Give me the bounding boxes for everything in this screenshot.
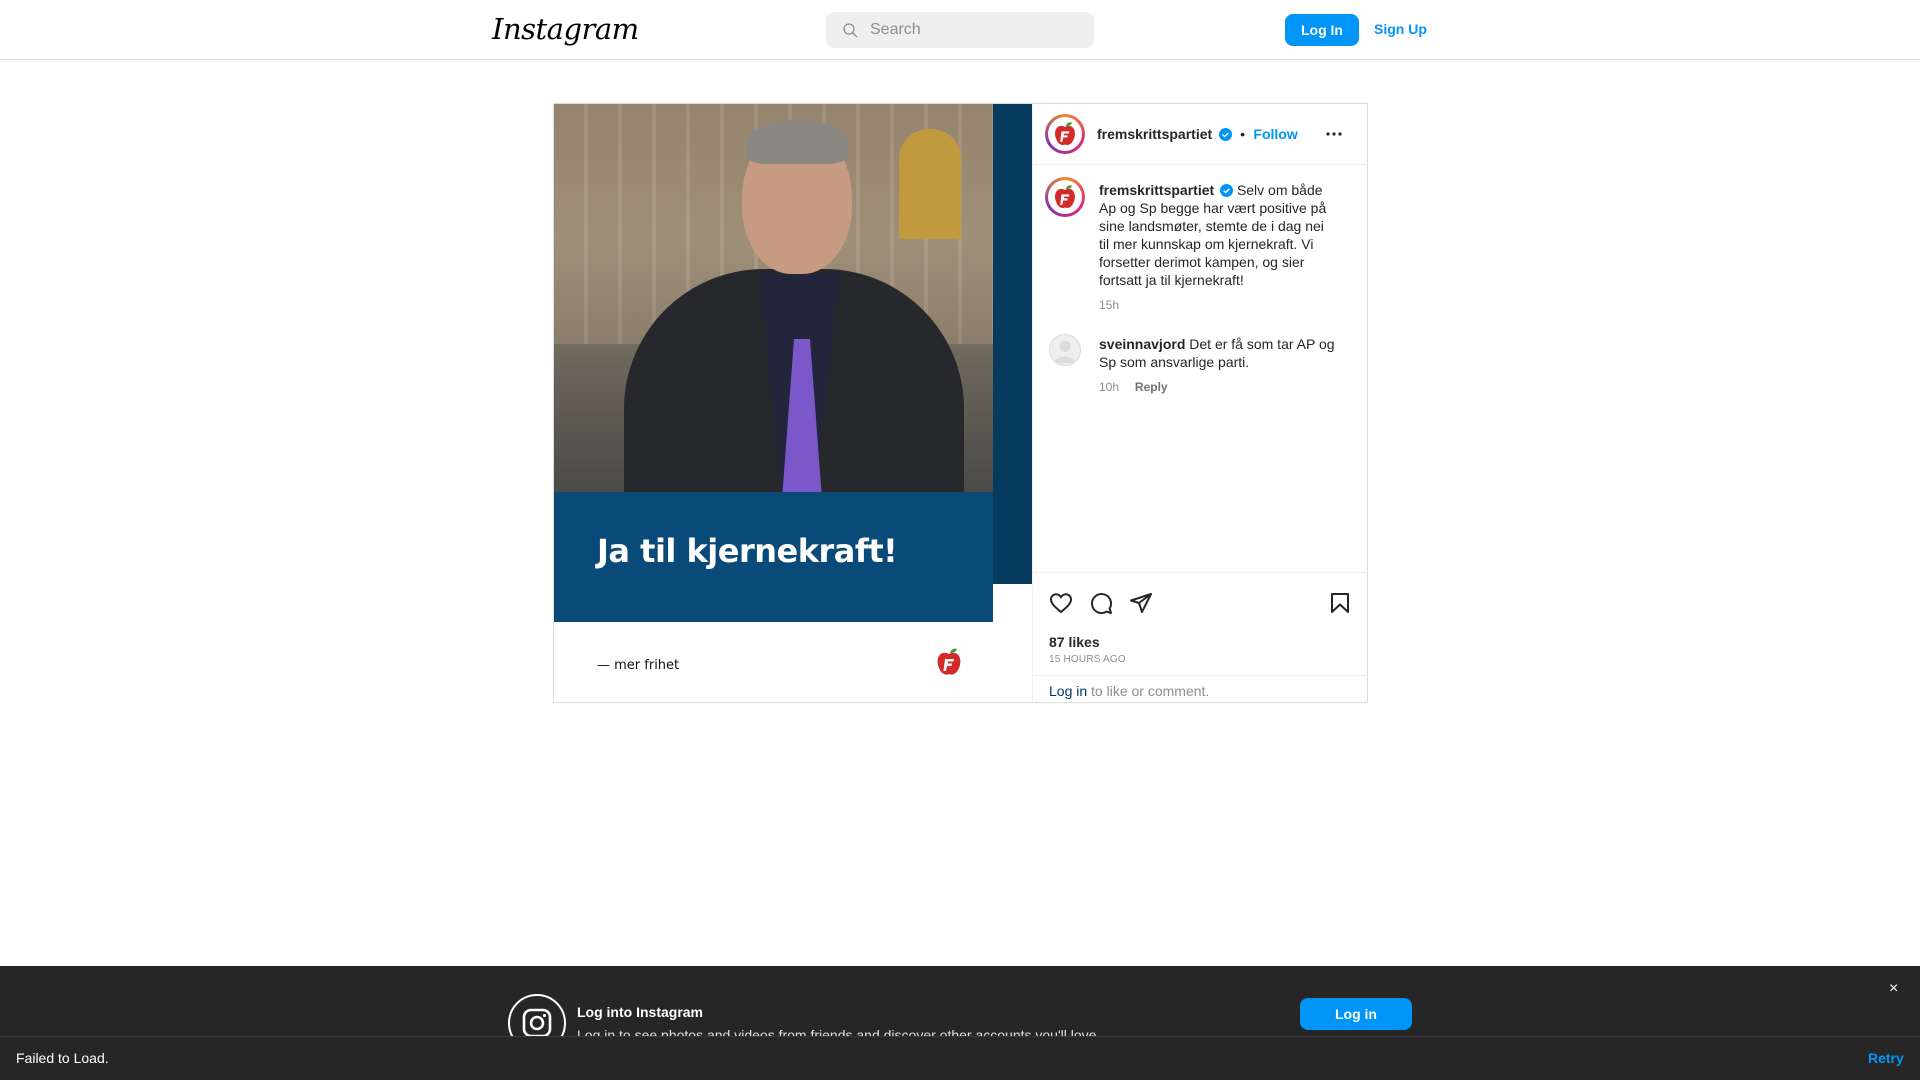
- more-options-icon[interactable]: [1322, 122, 1346, 146]
- post-media[interactable]: Ja til kjernekraft! — mer frihet: [554, 104, 1032, 702]
- verified-badge-icon: [1218, 128, 1232, 141]
- likes-count[interactable]: 87 likes: [1049, 634, 1100, 650]
- post-caption: fremskrittspartiet Selv om både Ap og Sp…: [1099, 181, 1329, 314]
- default-avatar-icon: [1053, 340, 1077, 364]
- image-footer: — mer frihet: [554, 622, 1032, 702]
- comment-username[interactable]: sveinnavjord: [1099, 336, 1185, 352]
- comment-time[interactable]: 10h: [1099, 380, 1119, 394]
- image-headline: Ja til kjernekraft!: [597, 532, 898, 570]
- login-link[interactable]: Log in: [1049, 683, 1087, 699]
- save-bookmark-icon[interactable]: [1328, 591, 1352, 615]
- login-banner: Log into Instagram Log in to see photos …: [0, 966, 1920, 1052]
- error-snackbar: Failed to Load. Retry: [0, 1036, 1920, 1080]
- comment-bubble-icon[interactable]: [1089, 591, 1113, 615]
- post-header: fremskrittspartiet • Follow: [1033, 104, 1368, 165]
- instagram-logo[interactable]: Instagram: [492, 12, 639, 46]
- party-avatar-icon: [1055, 185, 1075, 209]
- retry-button[interactable]: Retry: [1868, 1050, 1904, 1066]
- search-icon: [843, 23, 858, 38]
- close-icon[interactable]: ×: [1889, 980, 1898, 998]
- login-banner-title: Log into Instagram: [577, 1004, 703, 1020]
- author-username[interactable]: fremskrittspartiet: [1097, 126, 1212, 142]
- reply-button[interactable]: Reply: [1135, 380, 1168, 394]
- image-banner: Ja til kjernekraft!: [554, 492, 993, 622]
- login-button[interactable]: Log In: [1285, 14, 1359, 46]
- banner-login-button[interactable]: Log in: [1300, 998, 1412, 1030]
- login-to-comment: Log in to like or comment.: [1033, 675, 1368, 703]
- verified-badge-icon: [1220, 184, 1234, 197]
- follow-button[interactable]: Follow: [1253, 126, 1297, 142]
- post-photo: [554, 104, 993, 492]
- post-actions: 87 likes 15 HOURS AGO Log in to like or …: [1033, 572, 1368, 702]
- author-avatar[interactable]: [1045, 114, 1085, 154]
- caption-avatar[interactable]: [1045, 177, 1085, 217]
- party-avatar-icon: [1055, 122, 1075, 146]
- search-input[interactable]: [870, 21, 1070, 39]
- image-side-bar: [993, 104, 1032, 584]
- comment-item: sveinnavjord Det er få som tar AP og Sp …: [1099, 335, 1339, 396]
- caption-time[interactable]: 15h: [1099, 298, 1119, 312]
- party-apple-logo: [937, 648, 961, 675]
- like-heart-icon[interactable]: [1049, 591, 1073, 615]
- error-message: Failed to Load.: [16, 1050, 109, 1066]
- post-sidebar: fremskrittspartiet • Follow fremskrittsp…: [1032, 104, 1368, 702]
- commenter-avatar[interactable]: [1049, 334, 1081, 366]
- search-box[interactable]: [826, 12, 1094, 48]
- separator-dot: •: [1240, 126, 1245, 142]
- post-timestamp: 15 HOURS AGO: [1049, 654, 1126, 665]
- photo-door: [899, 129, 961, 239]
- photo-hair: [746, 120, 848, 164]
- top-nav: Instagram Log In Sign Up: [0, 0, 1920, 60]
- post-card: Ja til kjernekraft! — mer frihet fremskr…: [553, 103, 1368, 703]
- signup-link[interactable]: Sign Up: [1374, 21, 1427, 37]
- image-slogan: — mer frihet: [597, 658, 680, 673]
- share-send-icon[interactable]: [1129, 591, 1153, 615]
- caption-username[interactable]: fremskrittspartiet: [1099, 182, 1214, 198]
- login-prompt-text: to like or comment.: [1087, 683, 1210, 699]
